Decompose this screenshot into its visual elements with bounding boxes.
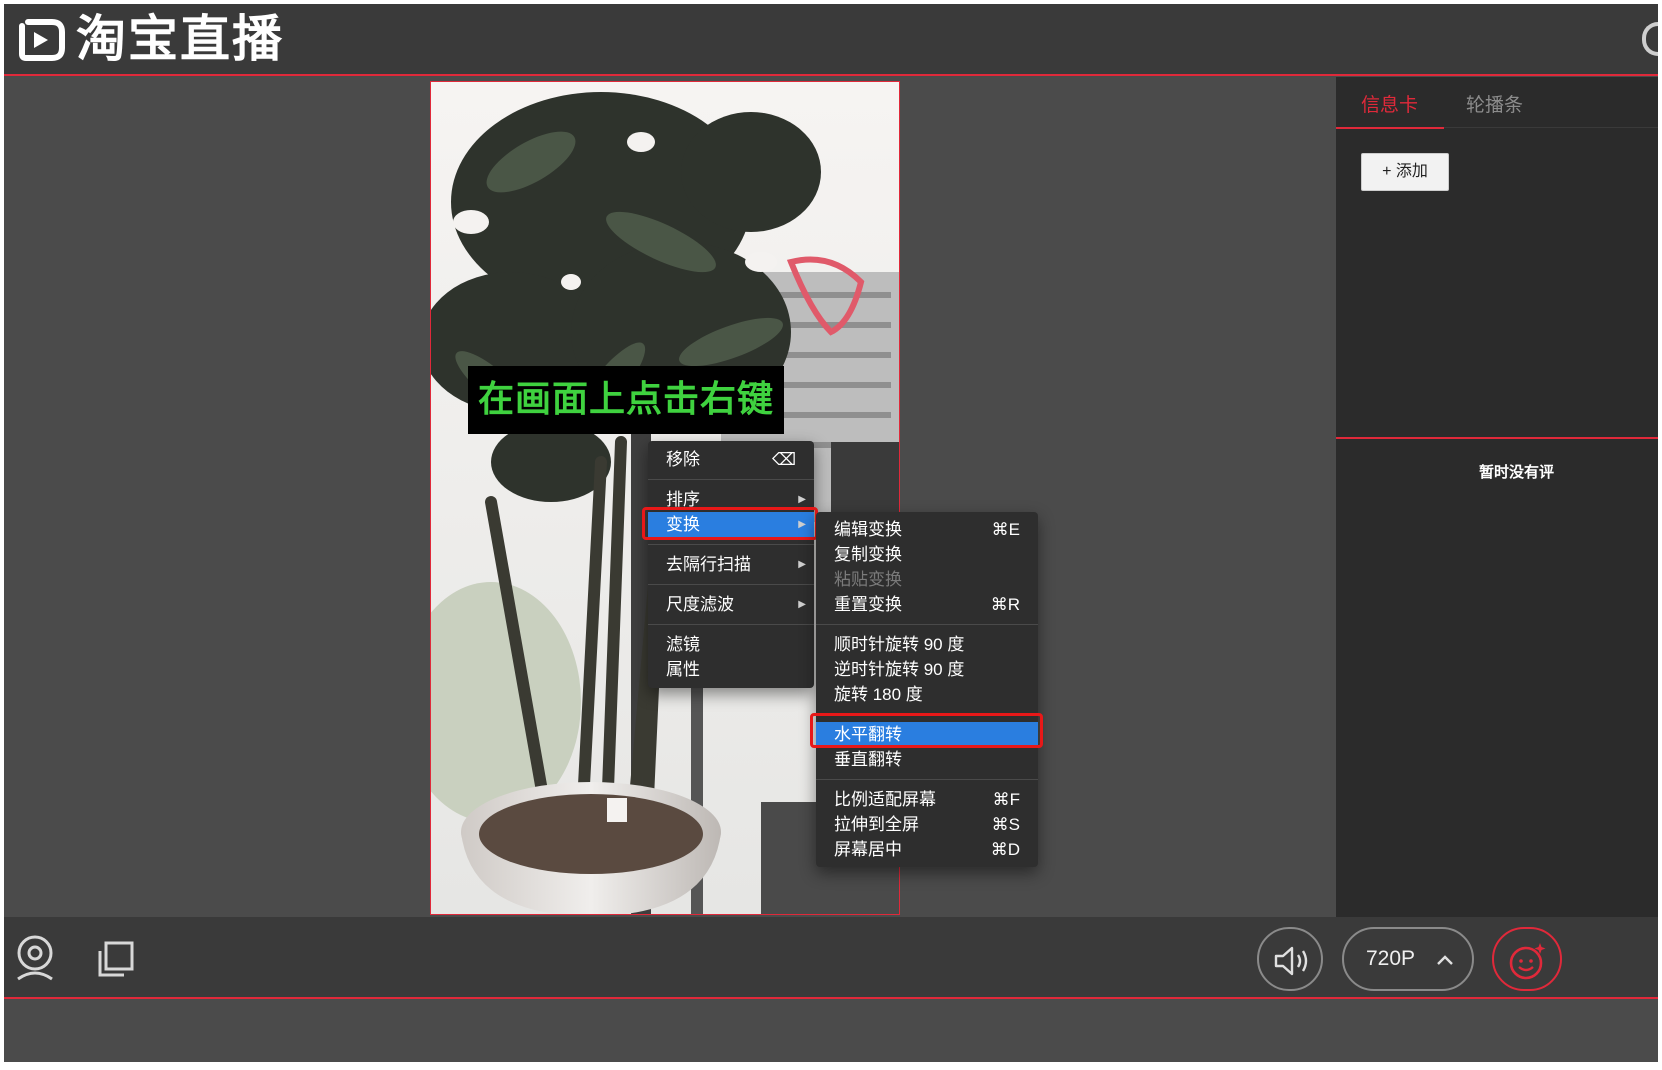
submenu-arrow-icon: ▶ <box>798 559 806 570</box>
quality-value: 720P <box>1366 947 1416 970</box>
active-tab-indicator <box>1336 127 1444 129</box>
menu-item-properties[interactable]: 属性 <box>648 657 814 682</box>
beauty-face-icon <box>1509 943 1546 980</box>
menu-item-label: 移除 <box>666 450 700 469</box>
submenu-arrow-icon: ▶ <box>798 519 806 530</box>
menu-item-label: 重置变换 <box>834 595 902 614</box>
menu-item-edit-transform[interactable]: 编辑变换 ⌘E <box>816 517 1038 542</box>
taobao-live-logo-icon <box>19 19 65 61</box>
menu-item-label: 尺度滤波 <box>666 595 734 614</box>
chevron-up-icon <box>1437 955 1453 965</box>
menu-item-label: 去隔行扫描 <box>666 555 751 574</box>
menu-separator <box>816 624 1038 625</box>
app-window: 淘宝直播 在画面上点击右键 移除 ⌫ 排序 ▶ 变换 ▶ 去隔行扫描 ▶ 尺度滤… <box>4 4 1658 1062</box>
menu-item-label: 比例适配屏幕 <box>834 790 936 809</box>
menu-item-label: 水平翻转 <box>834 725 902 744</box>
sidebar-tabs: 信息卡 轮播条 <box>1336 77 1658 129</box>
menu-separator <box>648 624 814 625</box>
menu-separator <box>648 584 814 585</box>
menu-separator <box>816 714 1038 715</box>
app-logo: 淘宝直播 <box>12 14 284 64</box>
menu-item-rotate-ccw-90[interactable]: 逆时针旋转 90 度 <box>816 657 1038 682</box>
beauty-button[interactable] <box>1492 927 1562 991</box>
tab-carousel[interactable]: 轮播条 <box>1466 90 1523 117</box>
quality-select[interactable]: 720P <box>1342 927 1474 991</box>
menu-item-filters[interactable]: 滤镜 <box>648 632 814 657</box>
app-title: 淘宝直播 <box>76 10 284 68</box>
menu-item-label: 屏幕居中 <box>834 840 902 859</box>
backspace-icon: ⌫ <box>771 450 796 469</box>
top-bar: 淘宝直播 <box>4 4 1658 76</box>
menu-item-label: 编辑变换 <box>834 520 902 539</box>
menu-item-transform[interactable]: 变换 ▶ <box>648 512 814 537</box>
menu-item-center-screen[interactable]: 屏幕居中 ⌘D <box>816 837 1038 862</box>
submenu-arrow-icon: ▶ <box>798 494 806 505</box>
menu-shortcut: ⌘F <box>992 790 1020 809</box>
section-divider <box>1336 437 1658 439</box>
menu-shortcut: ⌘R <box>990 595 1020 614</box>
menu-item-label: 属性 <box>666 660 700 679</box>
camera-icon[interactable] <box>14 935 56 981</box>
menu-separator <box>648 479 814 480</box>
menu-item-rotate-180[interactable]: 旋转 180 度 <box>816 682 1038 707</box>
menu-item-label: 变换 <box>666 515 700 534</box>
menu-item-copy-transform[interactable]: 复制变换 <box>816 542 1038 567</box>
menu-item-label: 复制变换 <box>834 545 902 564</box>
menu-item-label: 顺时针旋转 90 度 <box>834 635 965 654</box>
menu-item-reset-transform[interactable]: 重置变换 ⌘R <box>816 592 1038 617</box>
menu-item-flip-vertical[interactable]: 垂直翻转 <box>816 747 1038 772</box>
instruction-caption: 在画面上点击右键 <box>468 366 785 434</box>
bottom-toolbar: 720P <box>4 917 1658 999</box>
menu-item-rotate-cw-90[interactable]: 顺时针旋转 90 度 <box>816 632 1038 657</box>
menu-item-deinterlace[interactable]: 去隔行扫描 ▶ <box>648 552 814 577</box>
volume-button[interactable] <box>1257 927 1323 991</box>
tab-info-card[interactable]: 信息卡 <box>1361 90 1418 117</box>
menu-item-label: 逆时针旋转 90 度 <box>834 660 965 679</box>
user-menu-icon[interactable] <box>1642 22 1658 56</box>
menu-item-label: 排序 <box>666 490 700 509</box>
add-button[interactable]: + 添加 <box>1361 153 1449 191</box>
menu-shortcut: ⌘D <box>990 840 1020 859</box>
menu-item-label: 粘贴变换 <box>834 570 902 589</box>
menu-item-label: 拉伸到全屏 <box>834 815 919 834</box>
submenu-arrow-icon: ▶ <box>798 599 806 610</box>
menu-shortcut: ⌘S <box>991 815 1020 834</box>
menu-item-flip-horizontal[interactable]: 水平翻转 <box>816 722 1038 747</box>
menu-item-fit-screen[interactable]: 比例适配屏幕 ⌘F <box>816 787 1038 812</box>
menu-item-order[interactable]: 排序 ▶ <box>648 487 814 512</box>
empty-state-text: 暂时没有评 <box>1479 463 1555 481</box>
window-copy-icon[interactable] <box>96 939 136 979</box>
menu-item-label: 滤镜 <box>666 635 700 654</box>
menu-item-remove[interactable]: 移除 ⌫ <box>648 447 814 472</box>
transform-submenu: 编辑变换 ⌘E 复制变换 粘贴变换 重置变换 ⌘R 顺时针旋转 90 度 逆时针… <box>816 512 1038 867</box>
menu-shortcut: ⌘E <box>991 520 1020 539</box>
context-menu: 移除 ⌫ 排序 ▶ 变换 ▶ 去隔行扫描 ▶ 尺度滤波 ▶ 滤镜 属性 <box>648 441 814 688</box>
right-sidebar: 信息卡 轮播条 + 添加 暂时没有评 <box>1336 77 1658 917</box>
menu-item-paste-transform: 粘贴变换 <box>816 567 1038 592</box>
speaker-icon <box>1274 946 1308 976</box>
menu-separator <box>648 544 814 545</box>
menu-item-label: 垂直翻转 <box>834 750 902 769</box>
menu-item-stretch-fullscreen[interactable]: 拉伸到全屏 ⌘S <box>816 812 1038 837</box>
menu-item-scale-filter[interactable]: 尺度滤波 ▶ <box>648 592 814 617</box>
menu-separator <box>816 779 1038 780</box>
menu-item-label: 旋转 180 度 <box>834 685 923 704</box>
